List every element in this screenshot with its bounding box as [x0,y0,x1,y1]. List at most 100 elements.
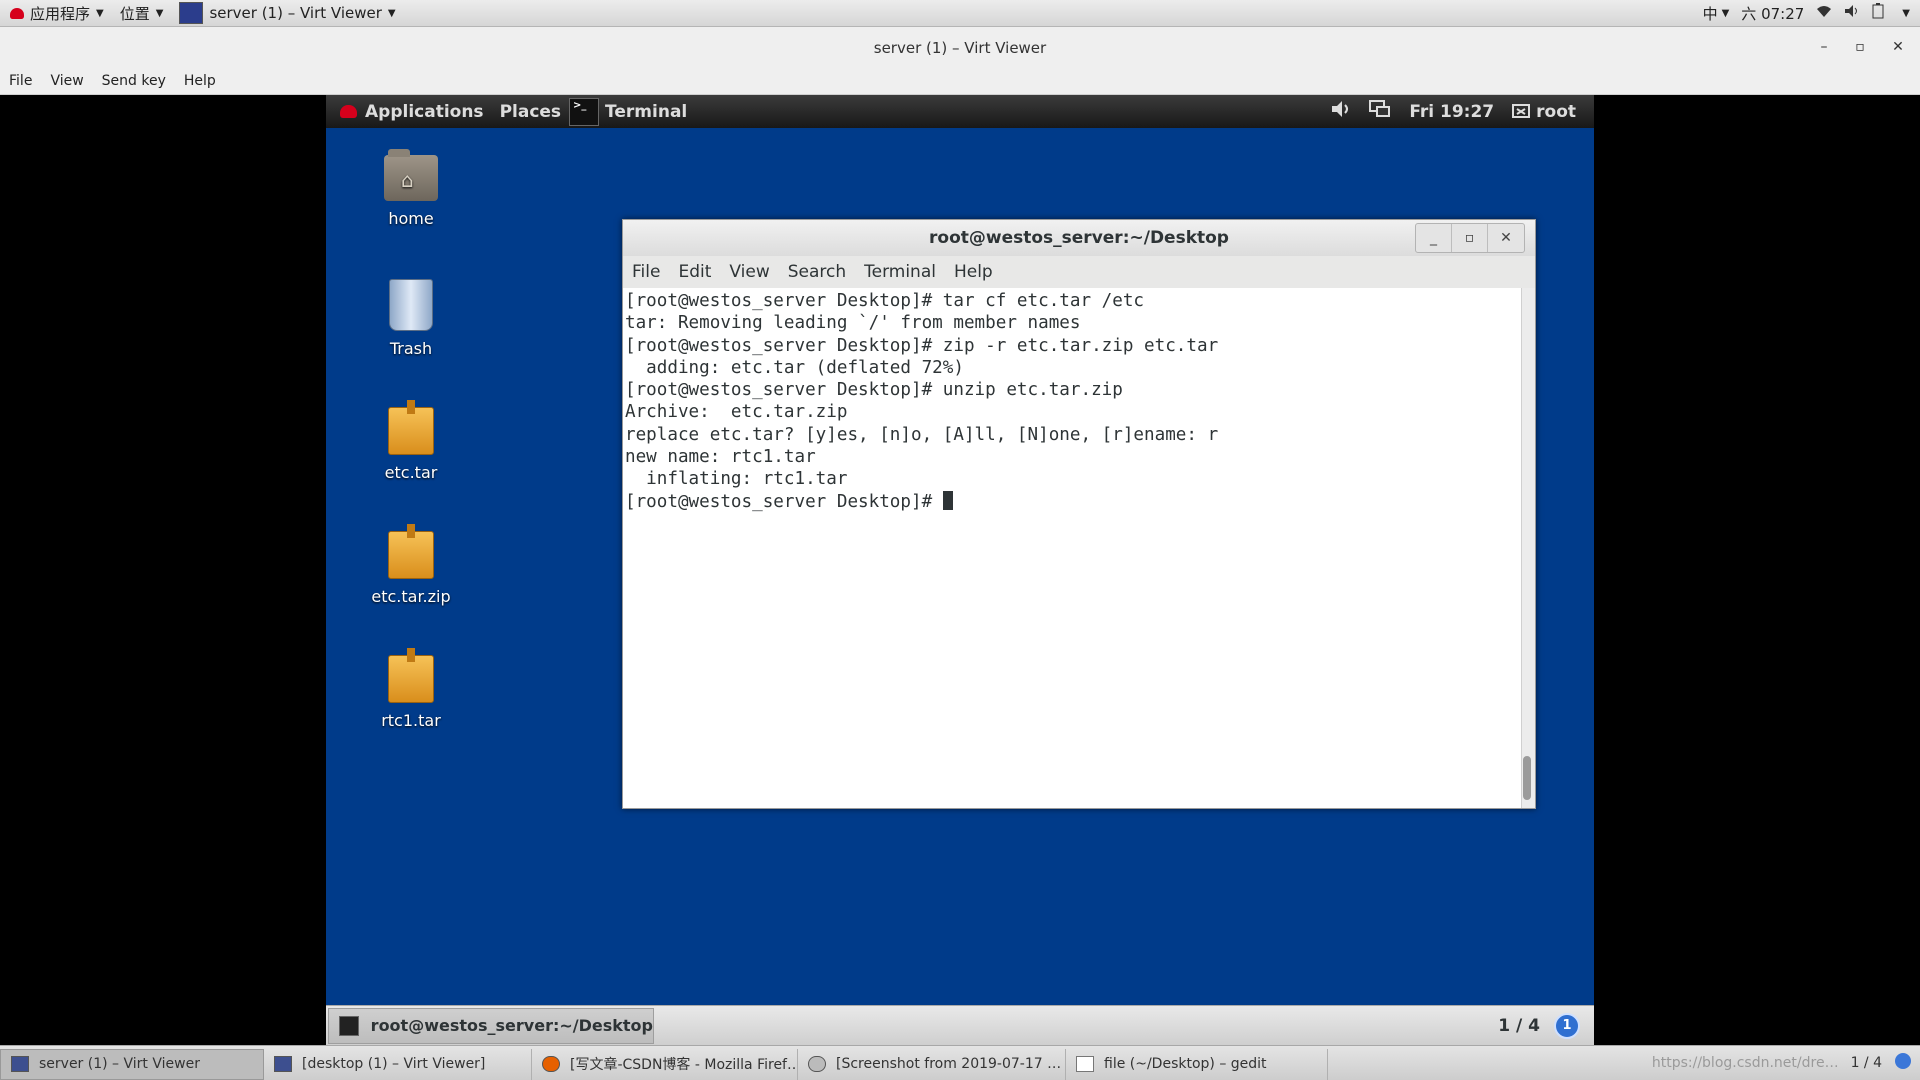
archive-icon [388,648,434,703]
notification-badge[interactable]: 1 [1554,1012,1580,1039]
chevron-down-icon: ▼ [387,7,396,19]
guest-task-label: root@westos_server:~/Desktop [370,1016,653,1035]
terminal-output[interactable]: [root@westos_server Desktop]# tar cf etc… [623,288,1521,808]
minimize-icon[interactable]: _ [1416,224,1452,252]
chevron-down-icon: ▼ [1721,7,1730,19]
viewer-titlebar: server (1) – Virt Viewer – ▫ ✕ [0,27,1920,68]
terminal-menu-help[interactable]: Help [945,262,1002,282]
guest-workspace-area: 1 / 4 1 [1498,1012,1580,1039]
guest-top-panel: Applications Places >_ Terminal Fri 19:2… [326,95,1594,128]
guest-terminal-menu[interactable]: >_ Terminal [569,95,695,128]
screenshot-icon [808,1056,826,1072]
host-status-area: 中 ▼ 六 07:27 ▼ [1703,3,1920,24]
volume-icon[interactable] [1844,4,1860,22]
guest-taskbar-terminal[interactable]: root@westos_server:~/Desktop [328,1007,654,1044]
guest-display[interactable]: Applications Places >_ Terminal Fri 19:2… [326,95,1594,1045]
volume-icon[interactable] [1331,100,1351,123]
chevron-down-icon: ▼ [155,7,164,19]
guest-status-area: Fri 19:27 root [1331,100,1594,123]
desktop-icon-label: etc.tar [384,463,438,482]
input-method-indicator[interactable]: 中 [1703,3,1718,24]
host-taskbar: server (1) – Virt Viewer [desktop (1) – … [0,1045,1920,1080]
host-task-server-viewer[interactable]: server (1) – Virt Viewer [0,1048,264,1080]
virt-viewer-icon [179,2,204,24]
host-workspace-indicator[interactable]: 1 / 4 [1851,1055,1882,1071]
terminal-scrollbar-thumb[interactable] [1523,756,1531,800]
desktop-icon-label: Trash [389,339,433,358]
guest-bottom-panel: root@westos_server:~/Desktop 1 / 4 1 [326,1005,1594,1045]
host-taskbar-right: https://blog.csdn.net/dre… 1 / 4 [1652,1052,1920,1074]
terminal-line: inflating: rtc1.tar [625,469,848,490]
terminal-menu-edit[interactable]: Edit [669,262,720,282]
redhat-icon [10,7,24,19]
firefox-icon [542,1056,560,1072]
terminal-window-controls: _ ▫ ✕ [1415,223,1525,253]
terminal-menu-file[interactable]: File [623,262,669,282]
terminal-line: [root@westos_server Desktop]# tar cf etc… [625,291,1145,311]
wifi-icon[interactable] [1816,4,1832,22]
host-task-screenshot[interactable]: [Screenshot from 2019-07-17 … [798,1048,1066,1080]
guest-user-label: root [1536,101,1576,122]
gedit-icon [1076,1056,1094,1072]
terminal-cursor [942,490,953,510]
host-places-label: 位置 [119,4,150,23]
viewer-menu-view[interactable]: View [41,73,92,89]
guest-terminal-label: Terminal [605,101,688,122]
terminal-line: replace etc.tar? [y]es, [n]o, [A]ll, [N]… [625,424,1219,445]
maximize-icon[interactable]: ▫ [1848,35,1872,59]
terminal-scrollbar[interactable] [1521,288,1535,808]
minimize-icon[interactable]: – [1812,35,1836,59]
terminal-menu-terminal[interactable]: Terminal [855,262,945,282]
host-task-gedit[interactable]: file (~/Desktop) – gedit [1066,1048,1328,1080]
desktop-icon-label: home [388,209,434,228]
battery-icon[interactable] [1872,3,1884,23]
host-clock[interactable]: 六 07:27 [1741,3,1804,24]
terminal-line: adding: etc.tar (deflated 72%) [625,357,964,378]
guest-workspace-indicator[interactable]: 1 / 4 [1498,1016,1540,1036]
host-task-desktop-viewer[interactable]: [desktop (1) – Virt Viewer] [264,1048,532,1080]
archive-icon [388,524,434,579]
host-window-menu[interactable]: server (1) – Virt Viewer ▼ [171,0,403,27]
viewer-menu-help[interactable]: Help [175,73,225,89]
desktop-icon-trash[interactable]: Trash [356,279,466,358]
guest-user-menu[interactable]: root [1512,102,1576,122]
desktop-icon-etc-tar-zip[interactable]: etc.tar.zip [356,524,466,606]
chevron-down-icon: ▼ [96,7,104,19]
desktop-icon-label: etc.tar.zip [371,587,451,606]
guest-places-label: Places [499,101,562,122]
terminal-menu-search[interactable]: Search [779,262,855,282]
host-window-label: server (1) – Virt Viewer [209,4,382,22]
desktop-icon-etc-tar[interactable]: etc.tar [356,400,466,482]
guest-applications-menu[interactable]: Applications [326,95,492,128]
host-places-menu[interactable]: 位置 ▼ [112,0,172,27]
viewer-menubar: File View Send key Help [0,68,1920,95]
desktop-icon-home[interactable]: ⌂ home [356,149,466,228]
guest-places-menu[interactable]: Places [492,95,569,128]
terminal-line: new name: rtc1.tar [625,447,816,468]
maximize-icon[interactable]: ▫ [1452,224,1488,252]
network-icon[interactable] [1369,100,1391,123]
terminal-prompt-line[interactable]: [root@westos_server Desktop]# [625,490,1519,513]
terminal-titlebar[interactable]: root@westos_server:~/Desktop [623,220,1535,256]
terminal-line: tar: Removing leading `/' from member na… [625,313,1081,334]
terminal-window[interactable]: root@westos_server:~/Desktop _ ▫ ✕ File … [622,219,1536,809]
viewer-menu-file[interactable]: File [0,73,41,89]
terminal-title: root@westos_server:~/Desktop [929,228,1229,248]
terminal-line: Archive: etc.tar.zip [625,402,848,423]
host-applications-menu[interactable]: 应用程序 ▼ [0,0,112,27]
home-folder-icon: ⌂ [384,149,438,201]
viewer-menu-send-key[interactable]: Send key [93,73,175,89]
close-icon[interactable]: ✕ [1488,224,1524,252]
host-task-label: file (~/Desktop) – gedit [1104,1056,1267,1072]
close-icon[interactable]: ✕ [1886,35,1910,59]
terminal-icon [339,1015,359,1036]
desktop-icon-label: rtc1.tar [381,711,441,730]
desktop-icon-rtc1-tar[interactable]: rtc1.tar [356,648,466,730]
terminal-menu-view[interactable]: View [720,262,778,282]
notification-icon[interactable] [1894,1052,1912,1074]
terminal-line: [root@westos_server Desktop]# unzip etc.… [625,380,1123,401]
host-task-firefox[interactable]: [写文章-CSDN博客 - Mozilla Firef… [532,1048,798,1080]
guest-clock[interactable]: Fri 19:27 [1409,102,1494,122]
terminal-icon: >_ [569,97,600,126]
chevron-down-icon[interactable]: ▼ [1902,8,1910,19]
